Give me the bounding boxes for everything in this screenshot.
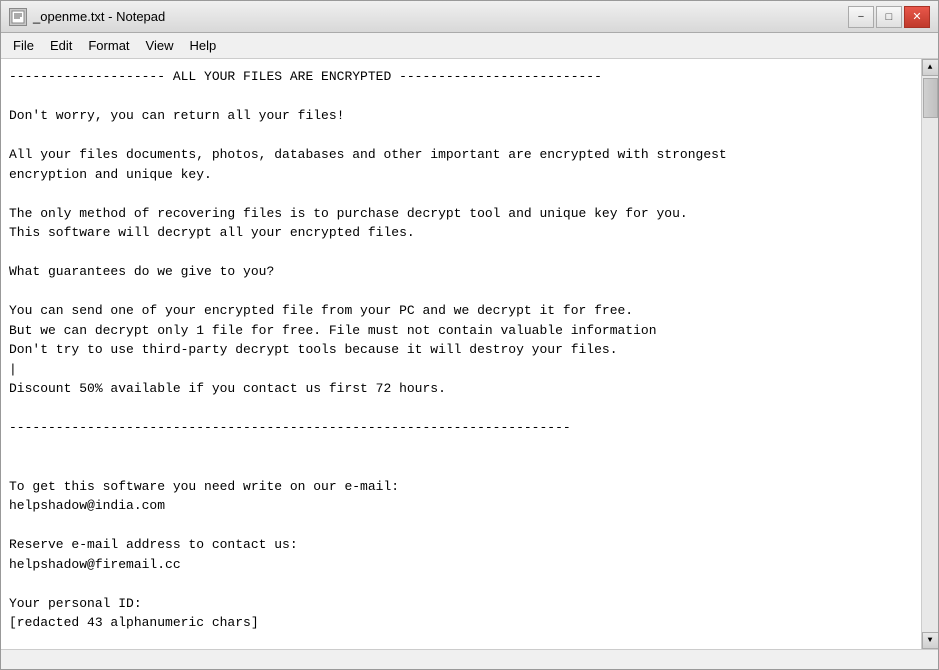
window-controls: − □ ✕ [848, 6, 930, 28]
status-bar [1, 649, 938, 669]
title-bar: _openme.txt - Notepad − □ ✕ [1, 1, 938, 33]
scroll-down-button[interactable]: ▼ [922, 632, 939, 649]
menu-help[interactable]: Help [181, 35, 224, 56]
menu-view[interactable]: View [138, 35, 182, 56]
scroll-thumb[interactable] [923, 78, 938, 118]
content-area: ▲ ▼ [1, 59, 938, 649]
window-title: _openme.txt - Notepad [33, 9, 165, 24]
title-bar-left: _openme.txt - Notepad [9, 8, 165, 26]
text-editor[interactable] [1, 59, 921, 649]
menu-bar: File Edit Format View Help [1, 33, 938, 59]
app-icon [9, 8, 27, 26]
notepad-window: _openme.txt - Notepad − □ ✕ File Edit Fo… [0, 0, 939, 670]
menu-file[interactable]: File [5, 35, 42, 56]
close-button[interactable]: ✕ [904, 6, 930, 28]
scroll-up-button[interactable]: ▲ [922, 59, 939, 76]
vertical-scrollbar: ▲ ▼ [921, 59, 938, 649]
menu-edit[interactable]: Edit [42, 35, 80, 56]
minimize-button[interactable]: − [848, 6, 874, 28]
restore-button[interactable]: □ [876, 6, 902, 28]
scroll-track[interactable] [922, 76, 938, 632]
menu-format[interactable]: Format [80, 35, 137, 56]
